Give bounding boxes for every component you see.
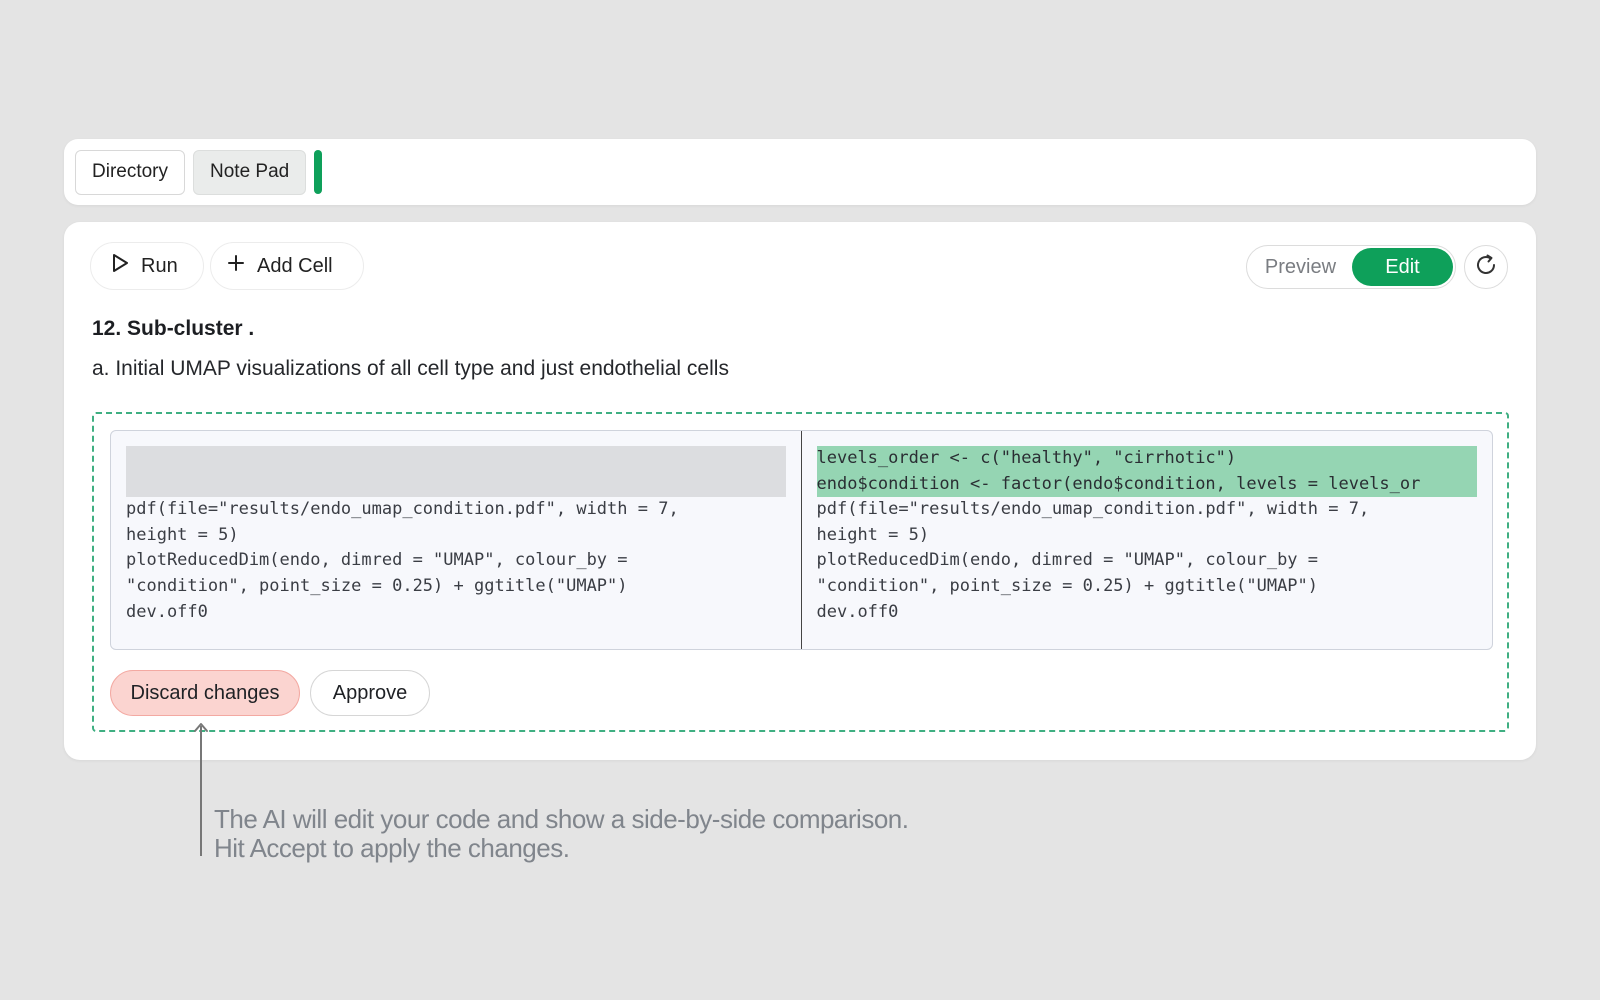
- diff-modified-side: levels_order <- c("healthy", "cirrhotic"…: [802, 431, 1493, 649]
- code-line: dev.off0: [816, 601, 899, 622]
- code-line-added: endo$condition <- factor(endo$condition,…: [816, 471, 1477, 498]
- approve-button[interactable]: Approve: [310, 670, 430, 716]
- notebook-cell-card: Run Add Cell Preview Edit 12. Sub-cluste…: [64, 222, 1536, 760]
- annotation-line-1: The AI will edit your code and show a si…: [214, 804, 909, 834]
- diff-original-side: pdf(file="results/endo_umap_condition.pd…: [111, 431, 802, 649]
- code-line: pdf(file="results/endo_umap_condition.pd…: [816, 499, 1370, 520]
- add-cell-button[interactable]: Add Cell: [210, 242, 364, 290]
- code-line: plotReducedDim(endo, dimred = "UMAP", co…: [816, 550, 1319, 571]
- code-line: pdf(file="results/endo_umap_condition.pd…: [126, 499, 679, 520]
- run-button[interactable]: Run: [90, 242, 204, 290]
- preview-toggle-option[interactable]: Preview: [1249, 248, 1352, 286]
- preview-edit-toggle: Preview Edit: [1246, 245, 1456, 289]
- code-line-added: levels_order <- c("healthy", "cirrhotic"…: [816, 446, 1477, 472]
- edit-toggle-option[interactable]: Edit: [1351, 248, 1453, 286]
- annotation-pointer-line: [200, 726, 202, 856]
- diff-panel: pdf(file="results/endo_umap_condition.pd…: [110, 430, 1493, 650]
- code-line: height = 5): [816, 524, 930, 545]
- diff-comparison-box: pdf(file="results/endo_umap_condition.pd…: [92, 412, 1509, 732]
- discard-changes-button[interactable]: Discard changes: [110, 670, 300, 716]
- cell-description: a. Initial UMAP visualizations of all ce…: [92, 357, 729, 380]
- tab-bar: Directory Note Pad: [64, 139, 1536, 205]
- run-label: Run: [141, 254, 178, 277]
- refresh-icon: [1473, 252, 1499, 283]
- code-line: [126, 446, 786, 472]
- code-line: [126, 471, 786, 498]
- annotation-caption: The AI will edit your code and show a si…: [214, 804, 909, 863]
- cell-title: 12. Sub-cluster .: [92, 317, 255, 340]
- play-icon: [111, 253, 129, 279]
- code-line: height = 5): [126, 524, 239, 545]
- code-line: dev.off0: [126, 601, 208, 622]
- active-tab-indicator: [314, 150, 323, 194]
- code-line: "condition", point_size = 0.25) + ggtitl…: [126, 575, 628, 596]
- tab-note-pad[interactable]: Note Pad: [193, 149, 307, 195]
- refresh-button[interactable]: [1464, 245, 1508, 289]
- tab-directory[interactable]: Directory: [75, 149, 186, 195]
- code-line: plotReducedDim(endo, dimred = "UMAP", co…: [126, 550, 628, 571]
- plus-icon: [227, 254, 245, 278]
- annotation-line-2: Hit Accept to apply the changes.: [214, 833, 570, 863]
- code-line: "condition", point_size = 0.25) + ggtitl…: [816, 575, 1319, 596]
- add-cell-label: Add Cell: [257, 254, 333, 277]
